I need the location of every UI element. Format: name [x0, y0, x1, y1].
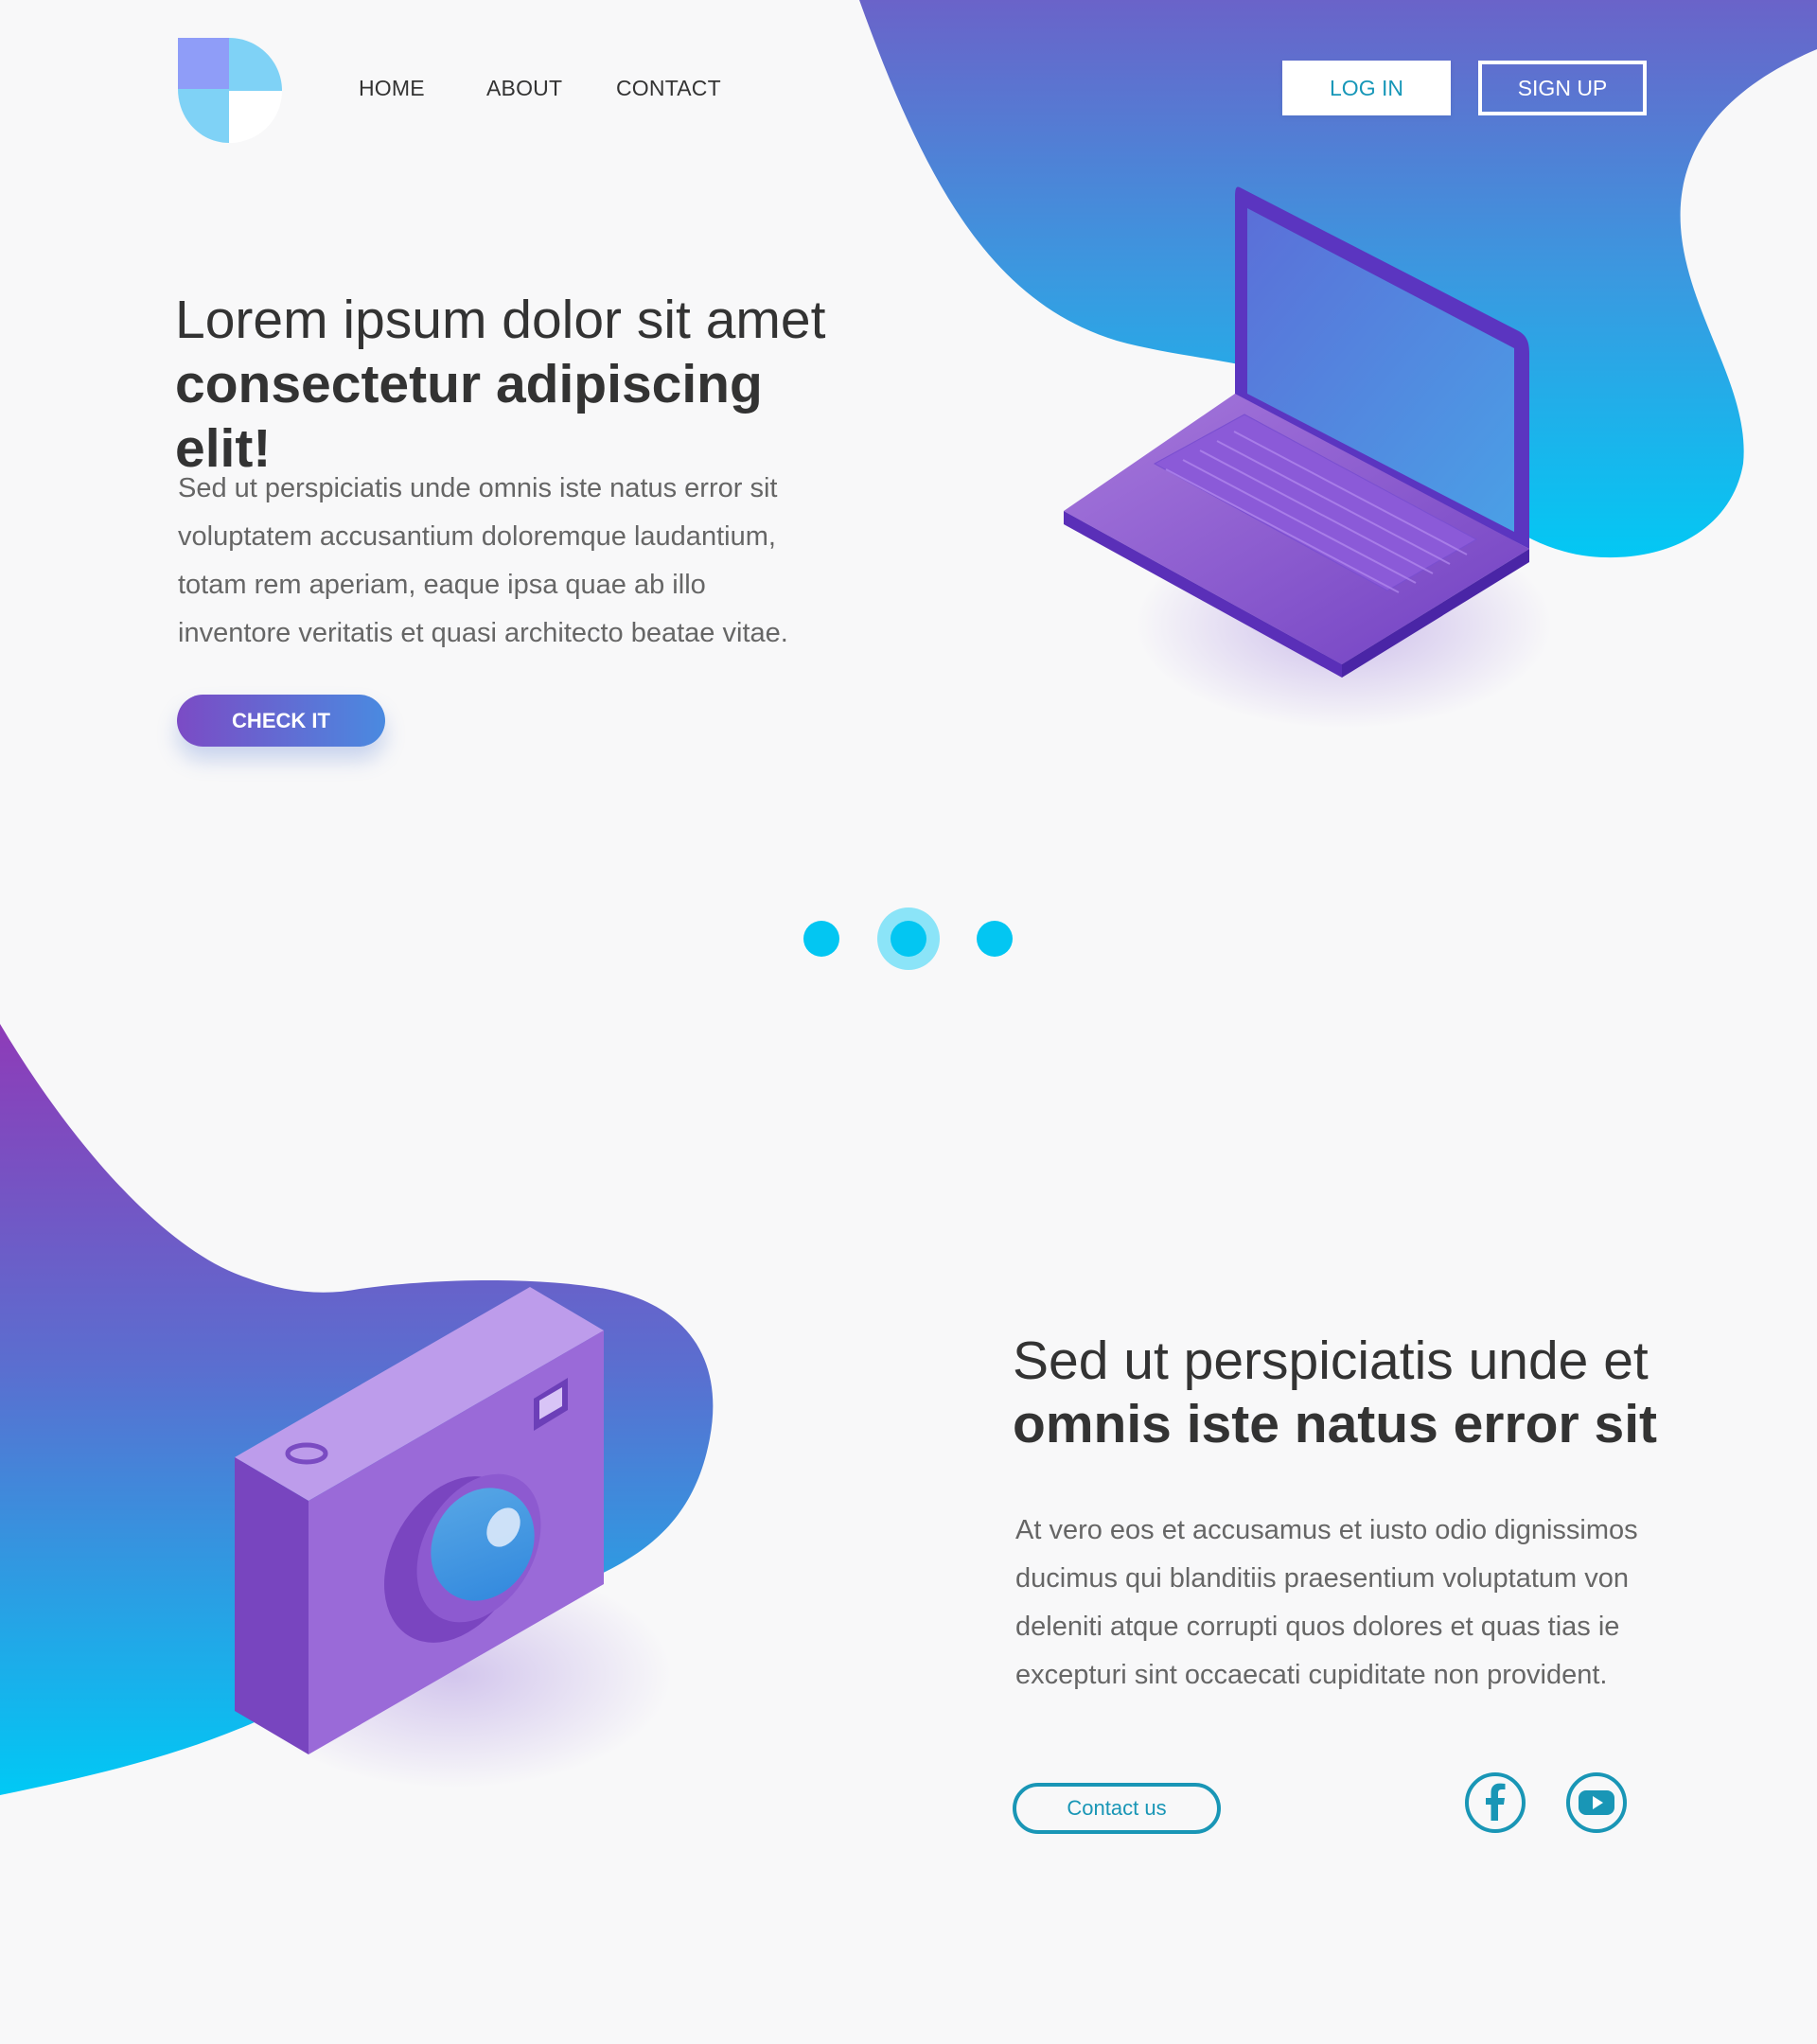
hero-paragraph-line: inventore veritatis et quasi architecto … [178, 618, 788, 648]
section2-title-line1: Sed ut perspiciatis unde et [1013, 1330, 1649, 1391]
section2-paragraph-line: ducimus qui blanditiis praesentium volup… [1015, 1563, 1630, 1594]
carousel-dot[interactable] [977, 921, 1013, 957]
hero-paragraph: Sed ut perspiciatis unde omnis iste natu… [178, 465, 788, 658]
nav-contact[interactable]: CONTACT [616, 76, 721, 100]
hero-paragraph-line: totam rem aperiam, eaque ipsa quae ab il… [178, 570, 706, 600]
signup-button[interactable]: SIGN UP [1478, 61, 1647, 115]
check-it-button[interactable]: CHECK IT [177, 695, 385, 747]
hero-title-line1: Lorem ipsum dolor sit amet [175, 290, 826, 350]
carousel-dot[interactable] [803, 921, 839, 957]
section2-title: Sed ut perspiciatis unde et omnis iste n… [1013, 1330, 1694, 1456]
section2-paragraph-line: excepturi sint occaecati cupiditate non … [1015, 1660, 1608, 1690]
youtube-icon[interactable] [1565, 1771, 1628, 1834]
section2-paragraph-line: At vero eos et accusamus et iusto odio d… [1015, 1515, 1638, 1545]
section2-title-line2: omnis iste natus error sit [1013, 1394, 1658, 1454]
camera-illustration [235, 1287, 672, 1788]
section2-paragraph-line: deleniti atque corrupti quos dolores et … [1015, 1612, 1620, 1642]
nav-home[interactable]: HOME [359, 76, 425, 100]
login-button[interactable]: LOG IN [1282, 61, 1451, 115]
laptop-illustration [1064, 186, 1552, 729]
hero-title-line2: consectetur adipiscing elit! [175, 354, 763, 479]
brand-logo[interactable] [176, 36, 286, 146]
hero-paragraph-line: Sed ut perspiciatis unde omnis iste natu… [178, 473, 778, 503]
facebook-icon[interactable] [1464, 1771, 1526, 1834]
hero-paragraph-line: voluptatem accusantium doloremque laudan… [178, 521, 776, 552]
nav-about[interactable]: ABOUT [486, 76, 562, 100]
section2-paragraph: At vero eos et accusamus et iusto odio d… [1015, 1507, 1638, 1700]
carousel-dot-active[interactable] [891, 921, 926, 957]
contact-us-button[interactable]: Contact us [1013, 1783, 1221, 1834]
hero-title: Lorem ipsum dolor sit amet consectetur a… [175, 288, 856, 481]
